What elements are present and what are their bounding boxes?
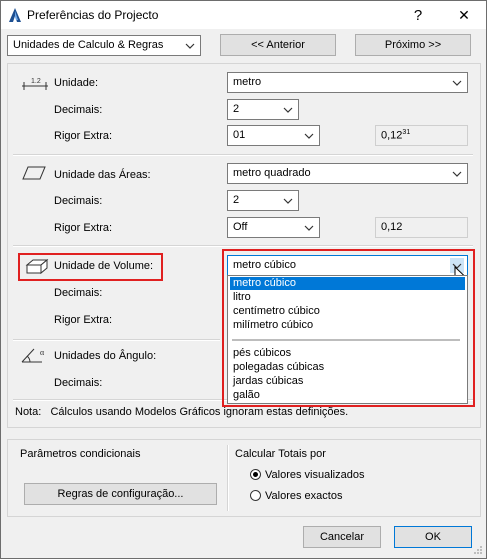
volume-option[interactable]: galão: [230, 389, 260, 402]
ok-button[interactable]: OK: [394, 526, 472, 548]
area-unit-icon: [22, 166, 46, 180]
length-decimals-value: 2: [233, 103, 240, 115]
close-button[interactable]: ✕: [447, 1, 481, 29]
volume-option[interactable]: metro cúbico: [230, 277, 465, 290]
divider: [13, 339, 220, 341]
help-button[interactable]: ?: [401, 1, 435, 29]
totals-radio-visualized[interactable]: [250, 469, 261, 480]
volume-option[interactable]: jardas cúbicas: [230, 375, 303, 388]
area-extra-label: Rigor Extra:: [54, 222, 113, 234]
divider: [227, 445, 229, 511]
divider: [13, 154, 473, 156]
totals-title: Calcular Totais por: [235, 448, 326, 460]
chevron-down-icon: [304, 225, 314, 231]
chevron-down-icon: [185, 43, 195, 49]
angle-icon-text: α: [40, 348, 45, 357]
angle-unit-label: Unidades do Ângulo:: [54, 350, 157, 362]
section-select-value: Unidades de Calculo & Regras: [13, 39, 164, 51]
section-select[interactable]: Unidades de Calculo & Regras: [7, 35, 201, 56]
volume-unit-select[interactable]: metro cúbico: [227, 255, 468, 276]
area-preview-field: 0,12: [375, 217, 468, 238]
length-unit-label: Unidade:: [54, 77, 99, 89]
chevron-down-icon: [283, 198, 293, 204]
title-bar: Preferências do Projecto ? ✕: [1, 1, 486, 29]
area-unit-value: metro quadrado: [233, 167, 311, 179]
length-unit-select[interactable]: metro: [227, 72, 468, 93]
angle-unit-icon: α: [21, 348, 45, 363]
length-unit-value: metro: [233, 76, 262, 88]
chevron-down-icon: [283, 107, 293, 113]
dropdown-divider: [232, 339, 460, 341]
area-decimals-value: 2: [233, 194, 240, 206]
volume-dropdown-list: metro cúbico litro centímetro cúbico mil…: [227, 275, 468, 404]
archicad-app-icon: [9, 8, 21, 22]
cancel-button[interactable]: Cancelar: [303, 526, 381, 548]
preferences-dialog: Preferências do Projecto ? ✕ Unidades de…: [0, 0, 487, 559]
area-extra-select[interactable]: Off: [227, 217, 320, 238]
volume-option[interactable]: litro: [230, 291, 251, 304]
volume-option[interactable]: centímetro cúbico: [230, 305, 320, 318]
volume-extra-label: Rigor Extra:: [54, 314, 113, 326]
volume-unit-label: Unidade de Volume:: [54, 260, 154, 272]
chevron-down-icon: [452, 80, 462, 86]
volume-unit-value: metro cúbico: [233, 259, 296, 271]
area-unit-label: Unidade das Áreas:: [54, 169, 151, 181]
area-unit-select[interactable]: metro quadrado: [227, 163, 468, 184]
chevron-down-icon: [304, 133, 314, 139]
length-extra-label: Rigor Extra:: [54, 130, 113, 142]
next-button[interactable]: Próximo >>: [355, 34, 471, 56]
volume-decimals-label: Decimais:: [54, 287, 103, 299]
length-preview-superscript: 31: [402, 129, 411, 136]
window-title: Preferências do Projecto: [27, 8, 159, 22]
length-decimals-label: Decimais:: [54, 104, 103, 116]
totals-option-label: Valores exactos: [265, 490, 343, 502]
length-extra-select[interactable]: 01: [227, 125, 320, 146]
volume-option[interactable]: pés cúbicos: [230, 347, 291, 360]
totals-radio-exact[interactable]: [250, 490, 261, 501]
note-text: Nota: Cálculos usando Modelos Gráficos i…: [15, 406, 349, 418]
area-decimals-label: Decimais:: [54, 195, 103, 207]
volume-option[interactable]: milímetro cúbico: [230, 319, 313, 332]
length-decimals-select[interactable]: 2: [227, 99, 299, 120]
previous-button[interactable]: << Anterior: [220, 34, 336, 56]
divider: [13, 245, 473, 247]
length-extra-value: 01: [233, 129, 246, 141]
area-extra-value: Off: [233, 221, 248, 233]
area-preview: 0,12: [381, 221, 403, 233]
chevron-down-icon: [452, 171, 462, 177]
volume-option[interactable]: polegadas cúbicas: [230, 361, 324, 374]
length-preview: 0,12: [381, 129, 403, 142]
resize-grip-icon[interactable]: [473, 545, 483, 555]
volume-unit-icon: [25, 258, 49, 275]
angle-decimals-label: Decimais:: [54, 377, 103, 389]
length-icon-text: 1.2: [31, 78, 41, 85]
totals-option-label: Valores visualizados: [265, 469, 365, 481]
length-preview-field: 0,1231: [375, 125, 468, 146]
conditional-title: Parâmetros condicionais: [20, 448, 141, 460]
rules-button[interactable]: Regras de configuração...: [24, 483, 217, 505]
length-unit-icon: 1.2: [22, 78, 48, 90]
area-decimals-select[interactable]: 2: [227, 190, 299, 211]
